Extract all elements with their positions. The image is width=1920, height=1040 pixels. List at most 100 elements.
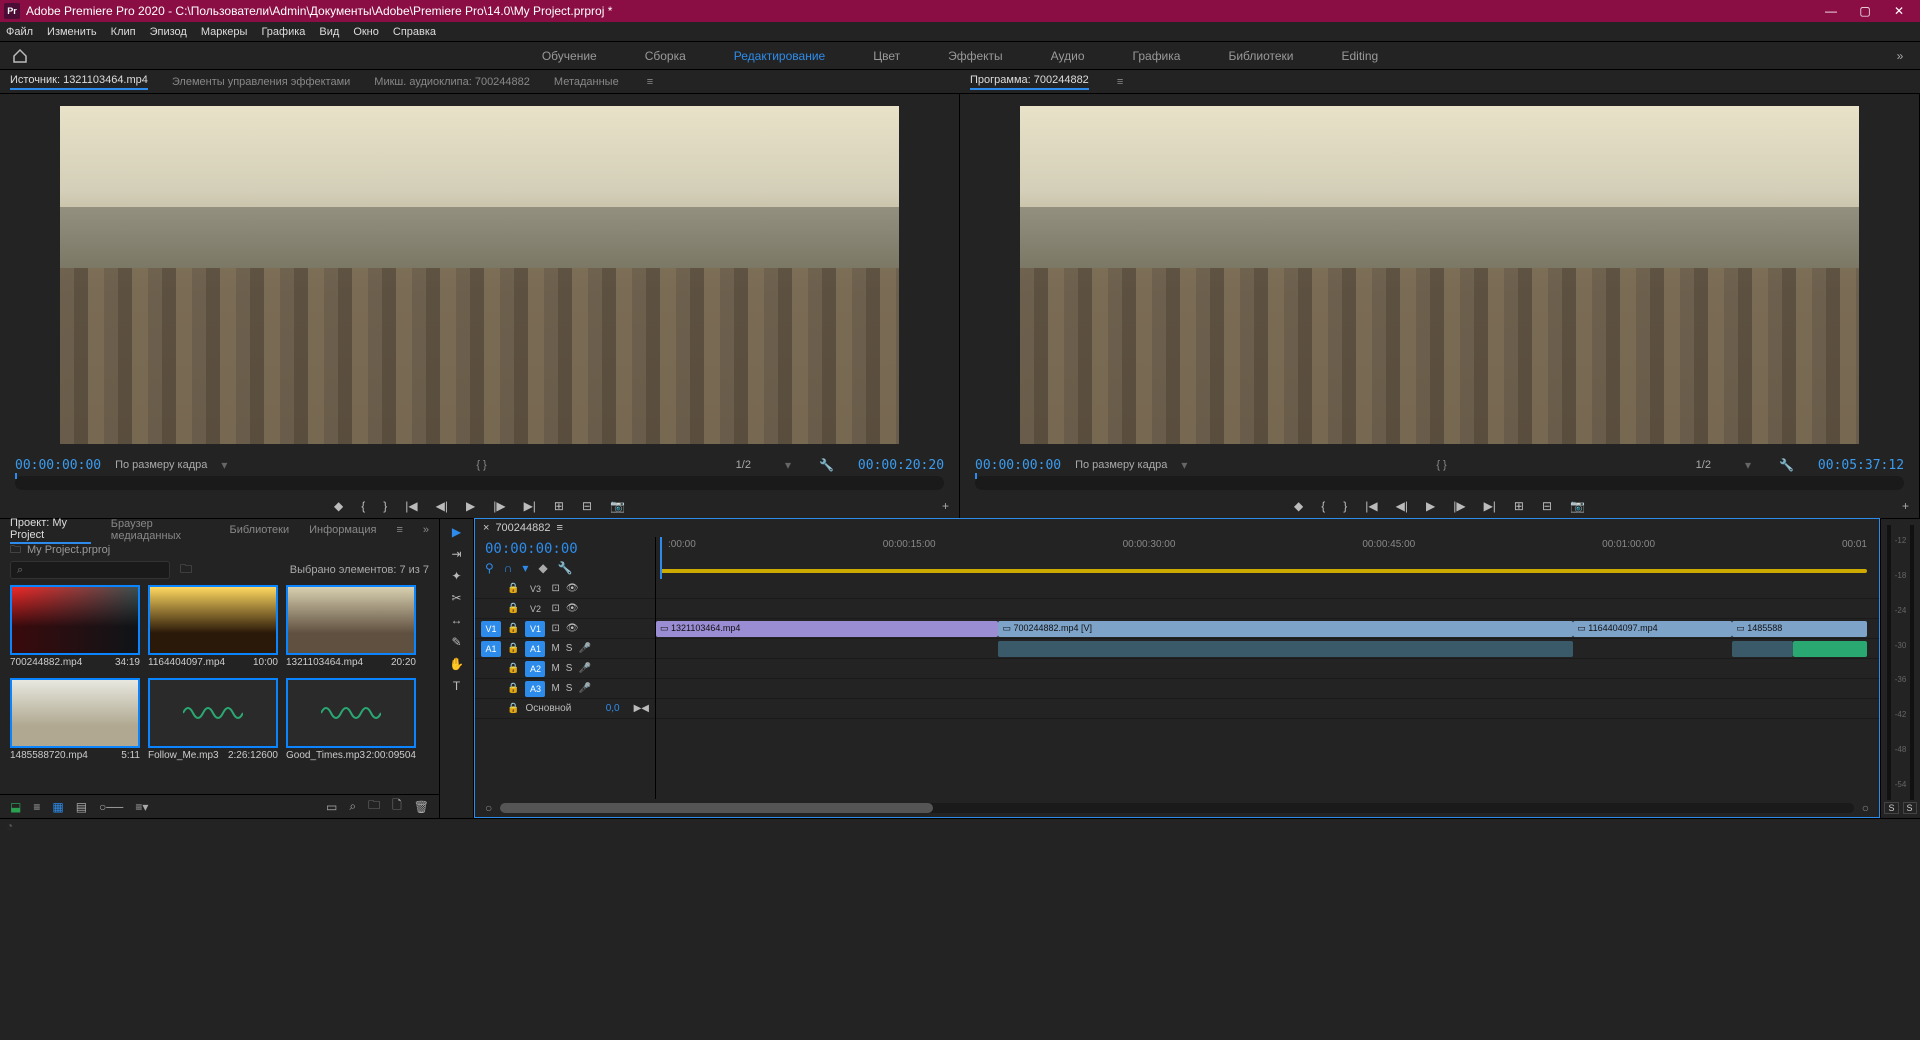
solo-button[interactable]: S [566,643,573,654]
step-back-button[interactable]: ◀| [1396,499,1408,513]
voice-icon[interactable]: 🎤 [578,663,590,674]
step-back-button[interactable]: ◀| [436,499,448,513]
razor-tool-icon[interactable]: ✂ [451,591,461,605]
lock-icon[interactable]: 🔒 [507,683,519,694]
track-V3[interactable] [656,579,1879,599]
source-patch[interactable]: V1 [481,621,501,637]
in-button[interactable]: { [1321,499,1325,513]
add-button[interactable]: + [942,499,949,513]
link-icon[interactable]: ∩ [504,561,513,575]
marker-button[interactable]: ◆ [1294,499,1303,513]
out-button[interactable]: } [383,499,387,513]
source-video-frame[interactable] [60,106,899,444]
track-target[interactable]: V1 [525,621,545,637]
tab-source-0[interactable]: Источник: 1321103464.mp4 [10,74,148,90]
timeline-clip[interactable]: ▭ 1321103464.mp4 [656,621,998,637]
timeline-clip[interactable] [1793,641,1866,657]
track-target[interactable]: V3 [525,581,545,597]
new-item-icon[interactable]: 🗋 [392,796,402,817]
source-in-tc[interactable]: 00:00:00:00 [15,458,101,473]
step-fwd-button[interactable]: |▶ [1453,499,1465,513]
master-value[interactable]: 0,0 [606,703,620,714]
goto-out-button[interactable]: ▶| [524,499,536,513]
filter-icon[interactable]: 🗀 [180,560,192,581]
project-tab-0[interactable]: Проект: My Project [10,517,91,544]
minimize-button[interactable]: — [1814,0,1848,22]
track-header-V2[interactable]: 🔒V2⊡👁 [475,599,655,619]
goto-in-button[interactable]: |◀ [1365,499,1377,513]
menu-Клип[interactable]: Клип [111,26,136,38]
insert-button[interactable]: ⊞ [554,499,564,513]
clip-item[interactable]: Good_Times.mp32:00:09504 [286,678,416,763]
menu-Вид[interactable]: Вид [319,26,339,38]
clip-item[interactable]: 700244882.mp434:19 [10,585,140,670]
slip-tool-icon[interactable]: ↔ [451,613,463,627]
zoom-slider[interactable]: ○── [99,800,123,814]
settings-icon[interactable]: 🔧 [1779,458,1794,472]
source-scrubber[interactable] [15,476,944,490]
pen-tool-icon[interactable]: ✎ [451,635,461,649]
track-target[interactable]: A1 [525,641,545,657]
sync-lock-icon[interactable]: ⊡ [551,583,559,594]
track-header-V3[interactable]: 🔒V3⊡👁 [475,579,655,599]
zoom-in-handle[interactable]: ○ [1862,801,1869,815]
sort-icon[interactable]: ≡▾ [135,800,148,814]
master-track[interactable]: 🔒Основной0,0▶◀ [475,699,655,719]
skip-icon[interactable]: ▶◀ [634,703,649,714]
workspace-Сборка[interactable]: Сборка [645,49,686,63]
mute-button[interactable]: M [551,643,559,654]
export-frame-button[interactable]: 📷 [1570,499,1585,513]
timeline-clip[interactable] [998,641,1573,657]
timeline-clip[interactable]: ▭ 1164404097.mp4 [1573,621,1732,637]
track-A2[interactable] [656,659,1879,679]
menu-Маркеры[interactable]: Маркеры [201,26,248,38]
menu-Окно[interactable]: Окно [353,26,379,38]
export-frame-button[interactable]: 📷 [610,499,625,513]
trash-icon[interactable]: 🗑 [414,800,429,814]
program-zoom[interactable]: По размеру кадра [1075,459,1167,471]
track-A1[interactable] [656,639,1879,659]
lock-icon[interactable]: 🔒 [507,623,519,634]
lock-icon[interactable]: 🔒 [507,643,519,654]
solo-right[interactable]: S [1903,802,1917,814]
out-button[interactable]: } [1343,499,1347,513]
workspace-Цвет[interactable]: Цвет [873,49,900,63]
overwrite-button[interactable]: ⊟ [582,499,592,513]
program-res[interactable]: 1/2 [1696,459,1711,471]
bracket-icon[interactable]: { } [1436,459,1446,471]
mute-button[interactable]: M [551,683,559,694]
assembly-icon[interactable]: ⬓ [10,800,21,814]
overflow-icon[interactable]: » [423,524,429,536]
track-target[interactable]: A2 [525,661,545,677]
close-tab-icon[interactable]: × [483,522,489,534]
find-icon[interactable]: ⌕ [349,799,356,814]
project-tab-3[interactable]: Информация [309,524,376,536]
insert-button[interactable]: ⊞ [1514,499,1524,513]
source-res[interactable]: 1/2 [736,459,751,471]
marker-icon[interactable]: ▾ [522,561,528,575]
track-header-A1[interactable]: A1🔒A1MS🎤 [475,639,655,659]
solo-button[interactable]: S [566,663,573,674]
overflow-button[interactable]: » [1880,49,1920,63]
search-input[interactable] [10,561,170,579]
project-tab-2[interactable]: Библиотеки [229,524,289,536]
menu-Изменить[interactable]: Изменить [47,26,97,38]
timeline-scrollbar[interactable] [500,803,1854,813]
step-fwd-button[interactable]: |▶ [493,499,505,513]
time-ruler[interactable]: :00:0000:00:15:0000:00:30:0000:00:45:000… [655,537,1879,579]
panel-menu-icon[interactable]: ≡ [396,524,402,536]
new-bin-icon[interactable]: 🗀 [368,796,380,817]
source-patch[interactable]: A1 [481,641,501,657]
sync-lock-icon[interactable]: ⊡ [551,603,559,614]
panel-menu-icon[interactable]: ≡ [557,522,563,534]
zoom-out-handle[interactable]: ○ [485,801,492,815]
solo-left[interactable]: S [1884,802,1898,814]
track-select-tool-icon[interactable]: ⇥ [451,547,461,561]
menu-Эпизод[interactable]: Эпизод [150,26,187,38]
tl-marker-icon[interactable]: ◆ [538,561,547,575]
source-zoom[interactable]: По размеру кадра [115,459,207,471]
track-V2[interactable] [656,599,1879,619]
eye-icon[interactable]: 👁 [566,623,579,634]
overwrite-button[interactable]: ⊟ [1542,499,1552,513]
lock-icon[interactable]: 🔒 [507,663,519,674]
